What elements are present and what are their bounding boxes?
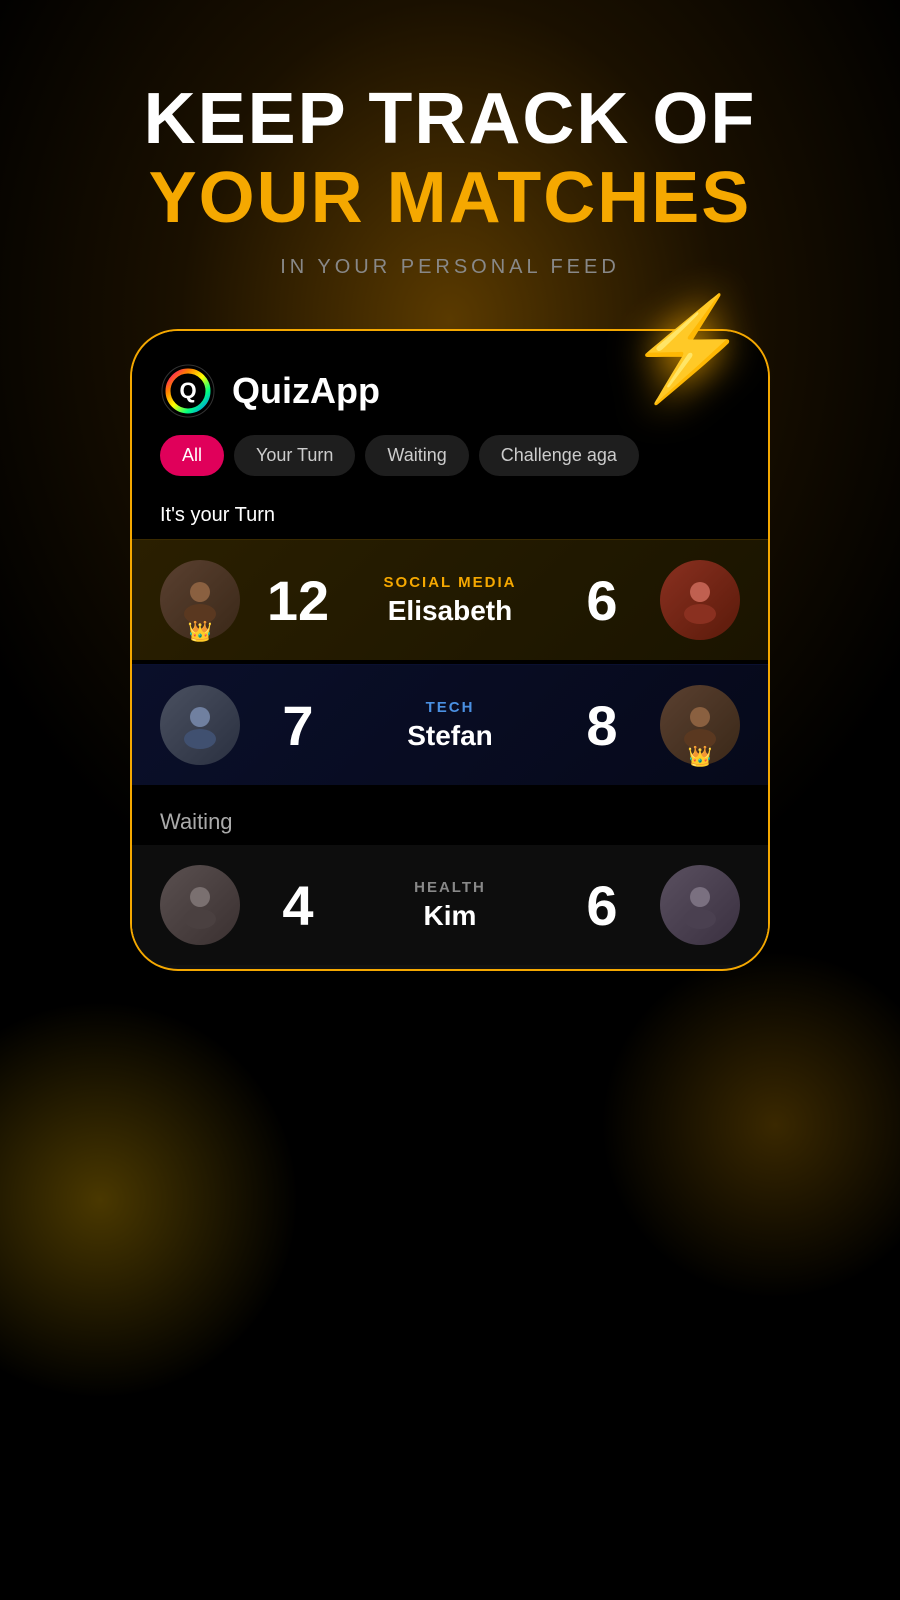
match-center-2: TECH Stefan <box>338 699 562 752</box>
score-right-1: 6 <box>562 568 642 633</box>
score-right-w1: 6 <box>562 873 642 938</box>
score-left-1: 12 <box>258 568 338 633</box>
match-card-2[interactable]: 7 TECH Stefan 8 👑 <box>132 664 768 785</box>
left-crown-1: 👑 <box>188 619 213 644</box>
match-category-2: TECH <box>338 699 562 716</box>
match-card-1[interactable]: 👑 12 SOCIAL MEDIA Elisabeth 6 <box>132 539 768 660</box>
match-center-w1: HEALTH Kim <box>338 879 562 932</box>
match-category-1: SOCIAL MEDIA <box>338 574 562 591</box>
tab-waiting[interactable]: Waiting <box>365 435 468 476</box>
match-opponent-w1: Kim <box>338 900 562 932</box>
left-avatar-wrap-2 <box>160 685 240 765</box>
phone-wrapper: ⚡ <box>130 329 770 971</box>
tab-filters: All Your Turn Waiting Challenge aga <box>132 435 768 496</box>
section-your-turn-label: It's your Turn <box>132 496 768 539</box>
app-logo-icon: Q <box>160 363 216 419</box>
match-opponent-1: Elisabeth <box>338 595 562 627</box>
header-section: KEEP TRACK OF YOUR MATCHES IN YOUR PERSO… <box>0 0 900 299</box>
lightning-icon: ⚡ <box>625 299 750 399</box>
app-name-label: QuizApp <box>232 370 380 412</box>
tab-challenge[interactable]: Challenge aga <box>479 435 639 476</box>
phone-frame: Q QuizApp All Your Turn Waiting Challeng… <box>130 329 770 971</box>
left-avatar-wrap-w1 <box>160 865 240 945</box>
left-avatar-2 <box>160 685 240 765</box>
match-center-1: SOCIAL MEDIA Elisabeth <box>338 574 562 627</box>
header-line2: YOUR MATCHES <box>0 159 900 238</box>
tab-all[interactable]: All <box>160 435 224 476</box>
left-avatar-wrap-1: 👑 <box>160 560 240 640</box>
right-avatar-wrap-2: 👑 <box>660 685 740 765</box>
right-avatar-1 <box>660 560 740 640</box>
tab-your-turn[interactable]: Your Turn <box>234 435 355 476</box>
score-left-2: 7 <box>258 693 338 758</box>
match-card-waiting-1[interactable]: 4 HEALTH Kim 6 <box>132 845 768 965</box>
right-crown-2: 👑 <box>688 744 713 769</box>
section-waiting-label: Waiting <box>132 789 768 845</box>
right-avatar-wrap-1 <box>660 560 740 640</box>
header-line1: KEEP TRACK OF <box>0 80 900 159</box>
header-sub: IN YOUR PERSONAL FEED <box>0 256 900 279</box>
svg-text:Q: Q <box>179 378 196 403</box>
left-avatar-w1 <box>160 865 240 945</box>
match-opponent-2: Stefan <box>338 720 562 752</box>
phone-screen: Q QuizApp All Your Turn Waiting Challeng… <box>132 331 768 965</box>
right-avatar-wrap-w1 <box>660 865 740 945</box>
score-left-w1: 4 <box>258 873 338 938</box>
score-right-2: 8 <box>562 693 642 758</box>
main-content: KEEP TRACK OF YOUR MATCHES IN YOUR PERSO… <box>0 0 900 1600</box>
right-avatar-w1 <box>660 865 740 945</box>
match-category-w1: HEALTH <box>338 879 562 896</box>
